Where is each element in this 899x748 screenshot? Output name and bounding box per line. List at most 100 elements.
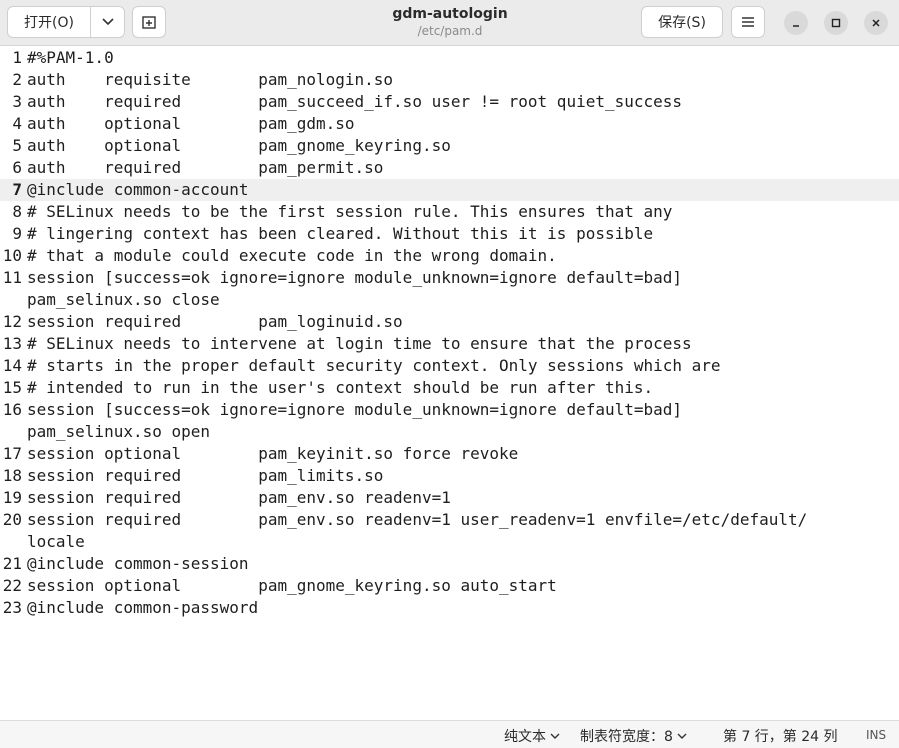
window-title-area: gdm-autologin /etc/pam.d	[300, 5, 600, 39]
line-text[interactable]: # lingering context has been cleared. Wi…	[24, 223, 653, 245]
line-text[interactable]: session optional pam_gnome_keyring.so au…	[24, 575, 557, 597]
editor-line[interactable]: 22 session optional pam_gnome_keyring.so …	[0, 575, 899, 597]
hamburger-menu-icon	[741, 16, 755, 28]
text-content[interactable]: 1 #%PAM-1.0 2 auth requisite pam_nologin.so…	[0, 47, 899, 619]
line-text[interactable]: pam_selinux.so close	[24, 289, 220, 311]
language-selector[interactable]: 纯文本	[504, 726, 560, 746]
line-text[interactable]: @include common-password	[24, 597, 258, 619]
line-number: 5	[12, 136, 22, 155]
chevron-down-icon	[101, 18, 114, 26]
tab-width-label: 制表符宽度：8	[580, 729, 673, 745]
close-icon	[871, 18, 881, 28]
editor-line[interactable]: 15 # intended to run in the user's contex…	[0, 377, 899, 399]
line-text[interactable]: session [success=ok ignore=ignore module…	[24, 267, 682, 289]
editor-line[interactable]: 11 session [success=ok ignore=ignore modu…	[0, 267, 899, 289]
editor-line[interactable]: pam_selinux.so close	[0, 289, 899, 311]
line-number: 12	[2, 312, 22, 331]
editor-line[interactable]: pam_selinux.so open	[0, 421, 899, 443]
line-text[interactable]: @include common-session	[24, 553, 249, 575]
line-number: 21	[2, 554, 22, 573]
editor-line[interactable]: 9 # lingering context has been cleared. W…	[0, 223, 899, 245]
line-number: 2	[12, 70, 22, 89]
line-text[interactable]: # intended to run in the user's context …	[24, 377, 653, 399]
editor-line[interactable]: 6 auth required pam_permit.so	[0, 157, 899, 179]
line-text[interactable]: session required pam_env.so readenv=1 us…	[24, 509, 807, 531]
editor-line[interactable]: 7 @include common-account	[0, 179, 899, 201]
line-number: 1	[12, 48, 22, 67]
line-number: 19	[2, 488, 22, 507]
open-recent-dropdown-button[interactable]	[91, 7, 124, 37]
insert-mode-indicator: INS	[866, 728, 886, 742]
line-text[interactable]: # starts in the proper default security …	[24, 355, 721, 377]
editor-line[interactable]: 20 session required pam_env.so readenv=1 …	[0, 509, 899, 531]
window-subtitle: /etc/pam.d	[417, 24, 483, 38]
minimize-icon	[791, 18, 801, 28]
new-tab-button[interactable]	[132, 6, 166, 38]
line-number: 4	[12, 114, 22, 133]
line-text[interactable]: # that a module could execute code in th…	[24, 245, 557, 267]
line-number: 22	[2, 576, 22, 595]
open-button-group: 打开(O)	[7, 6, 125, 38]
line-text[interactable]: locale	[24, 531, 85, 553]
editor-line[interactable]: 13 # SELinux needs to intervene at login …	[0, 333, 899, 355]
line-text[interactable]: auth optional pam_gdm.so	[24, 113, 355, 135]
editor-line[interactable]: 23 @include common-password	[0, 597, 899, 619]
editor-line[interactable]: 12 session required pam_loginuid.so	[0, 311, 899, 333]
line-number: 9	[12, 224, 22, 243]
line-number: 15	[2, 378, 22, 397]
open-button-label: 打开(O)	[24, 15, 74, 31]
line-text[interactable]: auth required pam_succeed_if.so user != …	[24, 91, 682, 113]
line-text[interactable]: session [success=ok ignore=ignore module…	[24, 399, 682, 421]
line-text[interactable]: auth required pam_permit.so	[24, 157, 383, 179]
line-number	[0, 289, 24, 311]
status-bar: 纯文本 制表符宽度：8 第 7 行，第 24 列 INS	[0, 720, 899, 748]
line-number: 8	[12, 202, 22, 221]
editor-line[interactable]: 14 # starts in the proper default securit…	[0, 355, 899, 377]
close-button[interactable]	[864, 11, 888, 35]
editor-line[interactable]: 5 auth optional pam_gnome_keyring.so	[0, 135, 899, 157]
line-number: 18	[2, 466, 22, 485]
maximize-button[interactable]	[824, 11, 848, 35]
line-text[interactable]: session optional pam_keyinit.so force re…	[24, 443, 518, 465]
line-text[interactable]: auth optional pam_gnome_keyring.so	[24, 135, 451, 157]
line-text[interactable]: session required pam_env.so readenv=1	[24, 487, 451, 509]
cursor-position-label: 第 7 行，第 24 列	[723, 729, 838, 745]
line-number: 3	[12, 92, 22, 111]
line-number: 7	[12, 180, 22, 199]
editor-line[interactable]: 8 # SELinux needs to be the first session…	[0, 201, 899, 223]
line-text[interactable]: #%PAM-1.0	[24, 47, 114, 69]
line-number	[0, 531, 24, 553]
editor-line[interactable]: 17 session optional pam_keyinit.so force …	[0, 443, 899, 465]
editor-line[interactable]: 16 session [success=ok ignore=ignore modu…	[0, 399, 899, 421]
line-text[interactable]: pam_selinux.so open	[24, 421, 210, 443]
open-button[interactable]: 打开(O)	[8, 7, 91, 37]
line-text[interactable]: auth requisite pam_nologin.so	[24, 69, 393, 91]
tab-width-selector[interactable]: 制表符宽度：8	[580, 726, 687, 746]
line-text[interactable]: session required pam_loginuid.so	[24, 311, 403, 333]
line-text[interactable]: # SELinux needs to intervene at login ti…	[24, 333, 692, 355]
line-text[interactable]: @include common-account	[24, 179, 249, 201]
line-number: 10	[2, 246, 22, 265]
new-tab-icon	[142, 15, 156, 29]
minimize-button[interactable]	[784, 11, 808, 35]
editor-line[interactable]: 2 auth requisite pam_nologin.so	[0, 69, 899, 91]
editor-line[interactable]: 10 # that a module could execute code in …	[0, 245, 899, 267]
text-editor[interactable]: 1 #%PAM-1.0 2 auth requisite pam_nologin.so…	[0, 47, 899, 720]
chevron-down-icon	[550, 733, 560, 740]
editor-line[interactable]: 4 auth optional pam_gdm.so	[0, 113, 899, 135]
main-menu-button[interactable]	[731, 6, 765, 38]
editor-line[interactable]: 21 @include common-session	[0, 553, 899, 575]
window-title: gdm-autologin	[392, 6, 508, 22]
save-button[interactable]: 保存(S)	[641, 6, 723, 38]
line-number: 11	[2, 268, 22, 287]
line-number: 14	[2, 356, 22, 375]
line-text[interactable]: # SELinux needs to be the first session …	[24, 201, 672, 223]
line-text[interactable]: session required pam_limits.so	[24, 465, 383, 487]
editor-line[interactable]: 18 session required pam_limits.so	[0, 465, 899, 487]
editor-line[interactable]: 3 auth required pam_succeed_if.so user !=…	[0, 91, 899, 113]
editor-line[interactable]: locale	[0, 531, 899, 553]
cursor-position-button[interactable]: 第 7 行，第 24 列	[723, 726, 838, 746]
editor-line[interactable]: 1 #%PAM-1.0	[0, 47, 899, 69]
line-number: 23	[2, 598, 22, 617]
editor-line[interactable]: 19 session required pam_env.so readenv=1	[0, 487, 899, 509]
